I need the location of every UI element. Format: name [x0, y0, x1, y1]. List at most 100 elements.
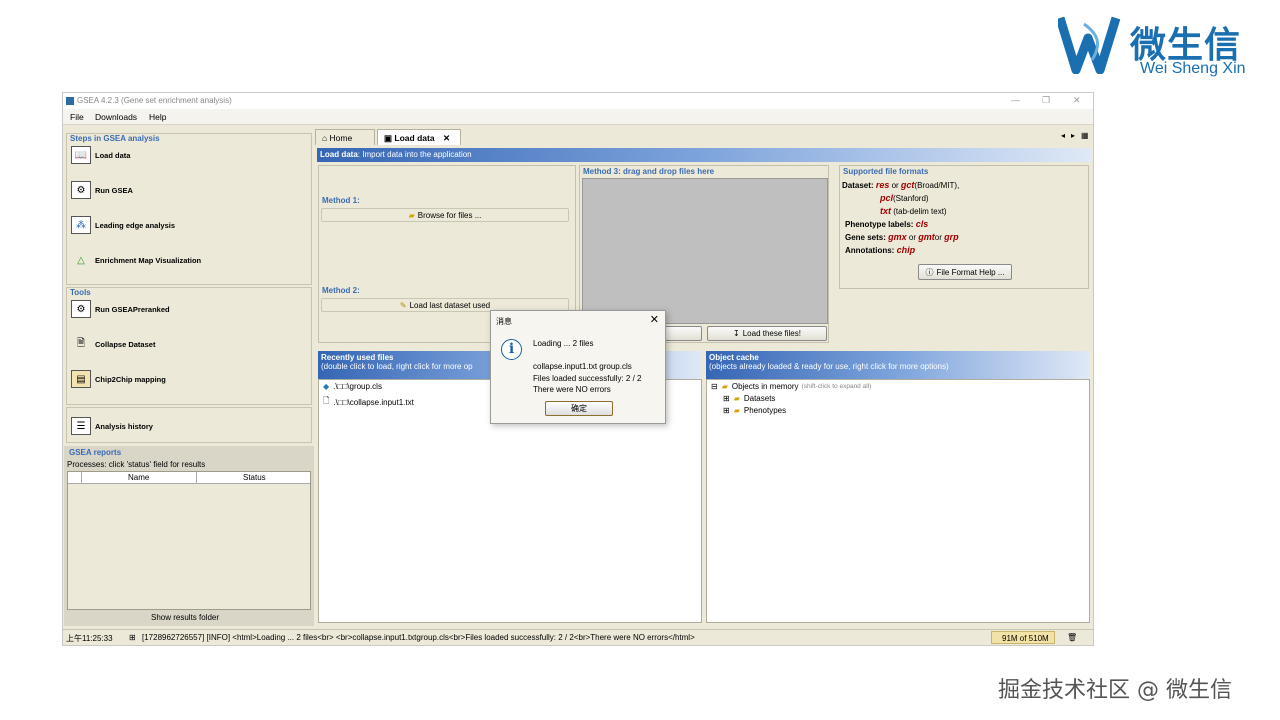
file-format-help-button[interactable]: ⓘ File Format Help ...: [918, 264, 1012, 280]
expand-icon[interactable]: ⊞: [723, 394, 730, 403]
cache-tree: ⊟ ▰ Objects in memory (shift-click to ex…: [706, 379, 1090, 623]
tree-root[interactable]: ⊟ ▰ Objects in memory (shift-click to ex…: [711, 382, 871, 391]
object-cache-panel: Object cache (objects already loaded & r…: [706, 351, 1090, 623]
tree-root-label: Objects in memory: [731, 382, 799, 391]
collapse-icon[interactable]: ⊟: [711, 382, 718, 391]
nav-analysis-history[interactable]: ☰ Analysis history: [71, 415, 153, 437]
cluster-icon: ⁂: [71, 216, 91, 234]
fmt-or: or: [891, 181, 899, 190]
fmt-broad: (Broad/MIT),: [914, 181, 960, 190]
expand-icon[interactable]: ⊞: [723, 406, 730, 415]
close-icon[interactable]: ✕: [1073, 95, 1081, 106]
steps-title: Steps in GSEA analysis: [70, 134, 160, 143]
folder-icon: ▰: [733, 394, 740, 403]
fmt-stanford: (Stanford): [893, 194, 929, 203]
txt-format: txt (tab-delim text): [880, 206, 947, 216]
recent-file-item[interactable]: 🗋 .\□□\collapse.input1.txt: [323, 395, 414, 409]
folder-open-icon: ▰: [721, 382, 728, 391]
trash-icon[interactable]: 🗑: [1067, 633, 1077, 642]
geneset-formats: Gene sets: gmx or gmtor grp: [845, 232, 959, 242]
nav-leading-edge[interactable]: ⁂ Leading edge analysis: [71, 214, 175, 236]
fmt-chip: chip: [896, 245, 916, 255]
nav-label: Run GSEA: [95, 185, 133, 195]
cache-title: Object cache: [709, 353, 759, 362]
browse-button[interactable]: ▰ Browse for files ...: [321, 208, 569, 222]
phenotype-label: Phenotype labels:: [845, 220, 914, 229]
chip-icon: ▤: [71, 370, 91, 388]
drop-zone[interactable]: [582, 178, 828, 324]
tab-scroll-right-icon[interactable]: ▸: [1071, 131, 1075, 140]
recent-file-item[interactable]: ◆ .\□□\group.cls: [323, 382, 382, 391]
folder-icon: ▰: [733, 406, 740, 415]
method2-title: Method 2:: [322, 286, 360, 295]
app-icon: [66, 97, 74, 105]
tree-node-datasets[interactable]: ⊞ ▰ Datasets: [723, 394, 775, 403]
minimize-icon[interactable]: —: [1011, 95, 1020, 105]
restore-icon[interactable]: ❐: [1042, 95, 1050, 106]
load-header-bold: Load data: [320, 150, 358, 159]
dataset-label: Dataset:: [842, 181, 874, 190]
dialog-line4: There were NO errors: [533, 385, 611, 394]
history-icon: ☰: [71, 417, 91, 435]
wsx-logo-icon: [1055, 16, 1121, 75]
menu-downloads[interactable]: Downloads: [95, 112, 137, 122]
gear-icon: ⚙: [71, 300, 91, 318]
title-bar: GSEA 4.2.3 (Gene set enrichment analysis…: [63, 93, 1093, 109]
info-icon: i: [501, 339, 522, 360]
dataset-formats: Dataset: res or gct(Broad/MIT),: [842, 180, 959, 190]
ok-button[interactable]: 确定: [545, 401, 613, 416]
document-icon: 🗎: [76, 337, 86, 349]
tab-close-icon[interactable]: ✕: [443, 133, 450, 143]
tab-label: Load data: [394, 133, 435, 143]
diamond-icon: ◆: [323, 382, 330, 391]
annotations-label: Annotations:: [845, 246, 895, 255]
wand-icon: ✎: [399, 300, 407, 310]
tab-load-data[interactable]: ▣ Load data ✕: [377, 129, 461, 145]
folder-icon: ▰: [408, 210, 415, 220]
method1-title: Method 1:: [322, 196, 360, 205]
history-panel: ☰ Analysis history: [66, 407, 312, 443]
reports-table: Name Status: [67, 471, 311, 610]
fmt-gmx: gmx: [888, 232, 907, 242]
tree-root-hint: (shift-click to expand all): [801, 383, 872, 390]
browse-label: Browse for files ...: [417, 210, 482, 220]
nav-enrichment-map[interactable]: △ Enrichment Map Visualization: [71, 249, 201, 271]
tab-scroll-left-icon[interactable]: ◂: [1061, 131, 1065, 140]
menu-help[interactable]: Help: [149, 112, 166, 122]
tree-node-label: Phenotypes: [743, 406, 787, 415]
gear-icon: ⚙: [71, 181, 91, 199]
dialog-line1: Loading ... 2 files: [533, 339, 594, 348]
help-icon: ⓘ: [925, 267, 934, 277]
nav-collapse-dataset[interactable]: 🗎 Collapse Dataset: [71, 333, 155, 355]
fmt-grp: grp: [944, 232, 959, 242]
status-info-icon[interactable]: ⊞: [129, 633, 136, 642]
fmt-or: or: [934, 233, 942, 242]
col-name[interactable]: Name: [128, 473, 149, 482]
brand-en: Wei Sheng Xin: [1140, 60, 1246, 77]
memory-indicator: 91M of 510M: [991, 631, 1055, 644]
steps-panel: Steps in GSEA analysis 📖 Load data ⚙ Run…: [66, 133, 312, 285]
recent-subtitle: (double click to load, right click for m…: [321, 362, 473, 371]
load-data-header: Load data: Import data into the applicat…: [317, 148, 1091, 162]
file-icon: 🗋: [323, 396, 330, 405]
col-status[interactable]: Status: [243, 473, 266, 482]
load-these-label: Load these files!: [742, 329, 801, 338]
window-title: GSEA 4.2.3 (Gene set enrichment analysis…: [77, 96, 232, 105]
nav-run-gsea[interactable]: ⚙ Run GSEA: [71, 179, 133, 201]
load-these-button[interactable]: ↧ Load these files!: [707, 326, 827, 341]
nav-load-data[interactable]: 📖 Load data: [71, 144, 130, 166]
triangle-icon: △: [77, 254, 85, 266]
tab-home[interactable]: ⌂ Home: [315, 129, 375, 145]
menu-file[interactable]: File: [70, 112, 84, 122]
method3-title: Method 3: drag and drop files here: [583, 167, 715, 176]
tab-label: Home: [329, 133, 353, 143]
tree-node-phenotypes[interactable]: ⊞ ▰ Phenotypes: [723, 406, 786, 415]
fmt-gmt: gmt: [918, 232, 935, 242]
tree-node-label: Datasets: [743, 394, 776, 403]
show-results-folder[interactable]: Show results folder: [151, 613, 219, 622]
reports-title: GSEA reports: [69, 448, 122, 457]
nav-run-preranked[interactable]: ⚙ Run GSEAPreranked: [71, 298, 170, 320]
tab-list-icon[interactable]: ▦: [1081, 131, 1089, 140]
nav-chip2chip[interactable]: ▤ Chip2Chip mapping: [71, 368, 166, 390]
dialog-close-icon[interactable]: ✕: [650, 313, 659, 326]
